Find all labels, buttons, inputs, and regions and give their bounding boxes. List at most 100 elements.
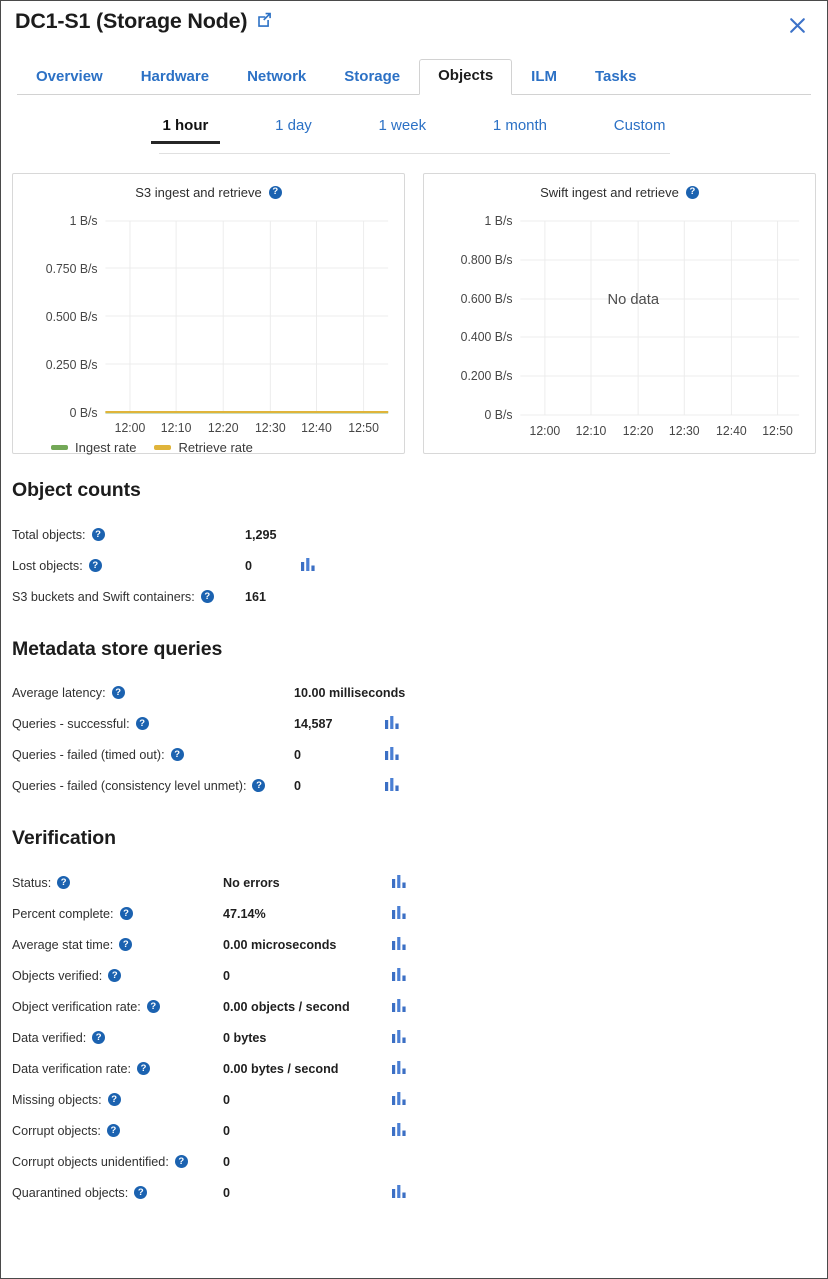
legend-label: Ingest rate	[75, 440, 137, 455]
metric-label: Data verification rate:?	[12, 1062, 150, 1076]
metric-value: 0	[294, 747, 302, 762]
range-tab-custom[interactable]: Custom	[610, 117, 670, 144]
bar-chart-icon[interactable]	[391, 1060, 407, 1078]
tab-network[interactable]: Network	[228, 61, 325, 95]
metric-value: No errors	[223, 875, 280, 890]
metric-row: Corrupt objects:? 0	[12, 1115, 827, 1146]
range-tab-label: Custom	[613, 117, 666, 134]
help-icon[interactable]: ?	[119, 938, 133, 951]
chart-title-row: S3 ingest and retrieve ?	[21, 184, 396, 200]
metric-label-text: Data verification rate:	[12, 1061, 131, 1076]
metric-label-text: Percent complete:	[12, 906, 114, 921]
help-icon[interactable]: ?	[119, 907, 133, 920]
tab-tasks[interactable]: Tasks	[576, 61, 655, 95]
metric-row-inner: S3 buckets and Swift containers:? 161	[12, 581, 827, 612]
bar-chart-icon[interactable]	[391, 1122, 407, 1140]
svg-text:12:10: 12:10	[161, 421, 192, 435]
bar-chart-icon[interactable]	[300, 557, 316, 575]
bar-chart-icon[interactable]	[391, 1184, 407, 1202]
bar-chart-icon[interactable]	[391, 1029, 407, 1047]
chart-card-swift: Swift ingest and retrieve ? 1 B/s 0.800 …	[423, 173, 816, 454]
metric-label: Missing objects:?	[12, 1093, 121, 1107]
metric-row-inner: Corrupt objects:? 0	[12, 1115, 827, 1146]
metric-label-text: Objects verified:	[12, 968, 103, 983]
bar-chart-icon[interactable]	[391, 1091, 407, 1109]
metric-row: Queries - failed (timed out):? 0	[12, 739, 827, 770]
tab-overview[interactable]: Overview	[17, 61, 122, 95]
range-tab-label: 1 month	[492, 117, 548, 134]
svg-text:12:20: 12:20	[208, 421, 239, 435]
range-tab-1-month[interactable]: 1 month	[489, 117, 551, 144]
range-tab-1-hour[interactable]: 1 hour	[150, 117, 221, 144]
metric-row: Quarantined objects:? 0	[12, 1177, 827, 1208]
external-link-icon[interactable]	[256, 11, 273, 33]
metric-row-inner: Objects verified:? 0	[12, 960, 827, 991]
bar-chart-icon[interactable]	[384, 715, 400, 733]
help-icon[interactable]: ?	[106, 1124, 120, 1137]
node-details-panel: DC1-S1 (Storage Node) Overview Hardware …	[0, 0, 828, 1279]
metric-row: S3 buckets and Swift containers:? 161	[12, 581, 827, 612]
metric-row-inner: Average stat time:? 0.00 microseconds	[12, 929, 827, 960]
help-icon[interactable]: ?	[137, 1062, 150, 1075]
metric-label: Queries - successful:?	[12, 717, 149, 731]
metric-label-text: Corrupt objects unidentified:	[12, 1154, 169, 1169]
metric-row: Data verification rate:? 0.00 bytes / sec…	[12, 1053, 827, 1084]
help-icon[interactable]: ?	[268, 185, 282, 199]
range-tab-1-week[interactable]: 1 week	[375, 117, 431, 144]
svg-text:1 B/s: 1 B/s	[485, 214, 513, 228]
help-icon[interactable]: ?	[174, 1155, 188, 1168]
tab-ilm[interactable]: ILM	[512, 61, 576, 95]
close-button[interactable]	[785, 13, 809, 37]
metric-row: Corrupt objects unidentified:? 0	[12, 1146, 827, 1177]
help-icon[interactable]: ?	[135, 717, 149, 730]
legend-item-ingest-rate[interactable]: Ingest rate	[51, 440, 136, 455]
metric-value: 161	[245, 589, 267, 604]
metric-row-inner: Data verification rate:? 0.00 bytes / sec…	[12, 1053, 827, 1084]
help-icon[interactable]: ?	[91, 528, 105, 541]
tab-label: Hardware	[140, 68, 210, 85]
bar-chart-icon[interactable]	[391, 905, 407, 923]
metric-label: Corrupt objects:?	[12, 1124, 120, 1138]
range-tab-1-day[interactable]: 1 day	[271, 117, 316, 144]
help-icon[interactable]: ?	[685, 185, 699, 199]
help-icon[interactable]: ?	[57, 876, 71, 889]
metric-label-text: S3 buckets and Swift containers:	[12, 589, 195, 604]
legend-item-retrieve-rate[interactable]: Retrieve rate	[154, 440, 253, 455]
help-icon[interactable]: ?	[200, 590, 214, 603]
bar-chart-icon[interactable]	[384, 746, 400, 764]
section-title: Verification	[12, 827, 116, 849]
svg-text:0 B/s: 0 B/s	[485, 408, 513, 422]
metric-value: 1,295	[245, 527, 277, 542]
charts-row: S3 ingest and retrieve ? 1 B/s 0.750 B/s…	[12, 173, 816, 455]
help-icon[interactable]: ?	[170, 748, 184, 761]
bar-chart-icon[interactable]	[391, 967, 407, 985]
metric-label-text: Average latency:	[12, 685, 106, 700]
bar-chart-icon[interactable]	[391, 936, 407, 954]
metric-value: 0 bytes	[223, 1030, 267, 1045]
tab-objects[interactable]: Objects	[419, 59, 513, 95]
legend-swatch-retrieve	[154, 445, 172, 450]
help-icon[interactable]: ?	[88, 559, 102, 572]
svg-text:0.600 B/s: 0.600 B/s	[461, 292, 513, 306]
help-icon[interactable]: ?	[111, 686, 125, 699]
section-metadata-store-queries: Metadata store queries Average latency:?…	[12, 638, 827, 801]
bar-chart-icon[interactable]	[391, 998, 407, 1016]
metric-row-inner: Percent complete:? 47.14%	[12, 898, 827, 929]
help-icon[interactable]: ?	[108, 969, 122, 982]
help-icon[interactable]: ?	[252, 779, 266, 792]
metric-row: Queries - failed (consistency level unme…	[12, 770, 827, 801]
metric-label: Percent complete:?	[12, 907, 133, 921]
bar-chart-icon[interactable]	[384, 777, 400, 795]
svg-text:0.750 B/s: 0.750 B/s	[46, 262, 98, 276]
bar-chart-icon[interactable]	[391, 874, 407, 892]
help-icon[interactable]: ?	[146, 1000, 160, 1013]
tab-storage[interactable]: Storage	[325, 61, 419, 95]
metric-value: 14,587	[294, 716, 333, 731]
help-icon[interactable]: ?	[134, 1186, 148, 1199]
chart-plot-s3: 1 B/s 0.750 B/s 0.500 B/s 0.250 B/s 0 B/…	[21, 204, 396, 442]
tab-hardware[interactable]: Hardware	[122, 61, 228, 95]
help-icon[interactable]: ?	[92, 1031, 106, 1044]
metric-label: S3 buckets and Swift containers:?	[12, 590, 214, 604]
legend-label: Retrieve rate	[178, 440, 253, 455]
help-icon[interactable]: ?	[107, 1093, 121, 1106]
